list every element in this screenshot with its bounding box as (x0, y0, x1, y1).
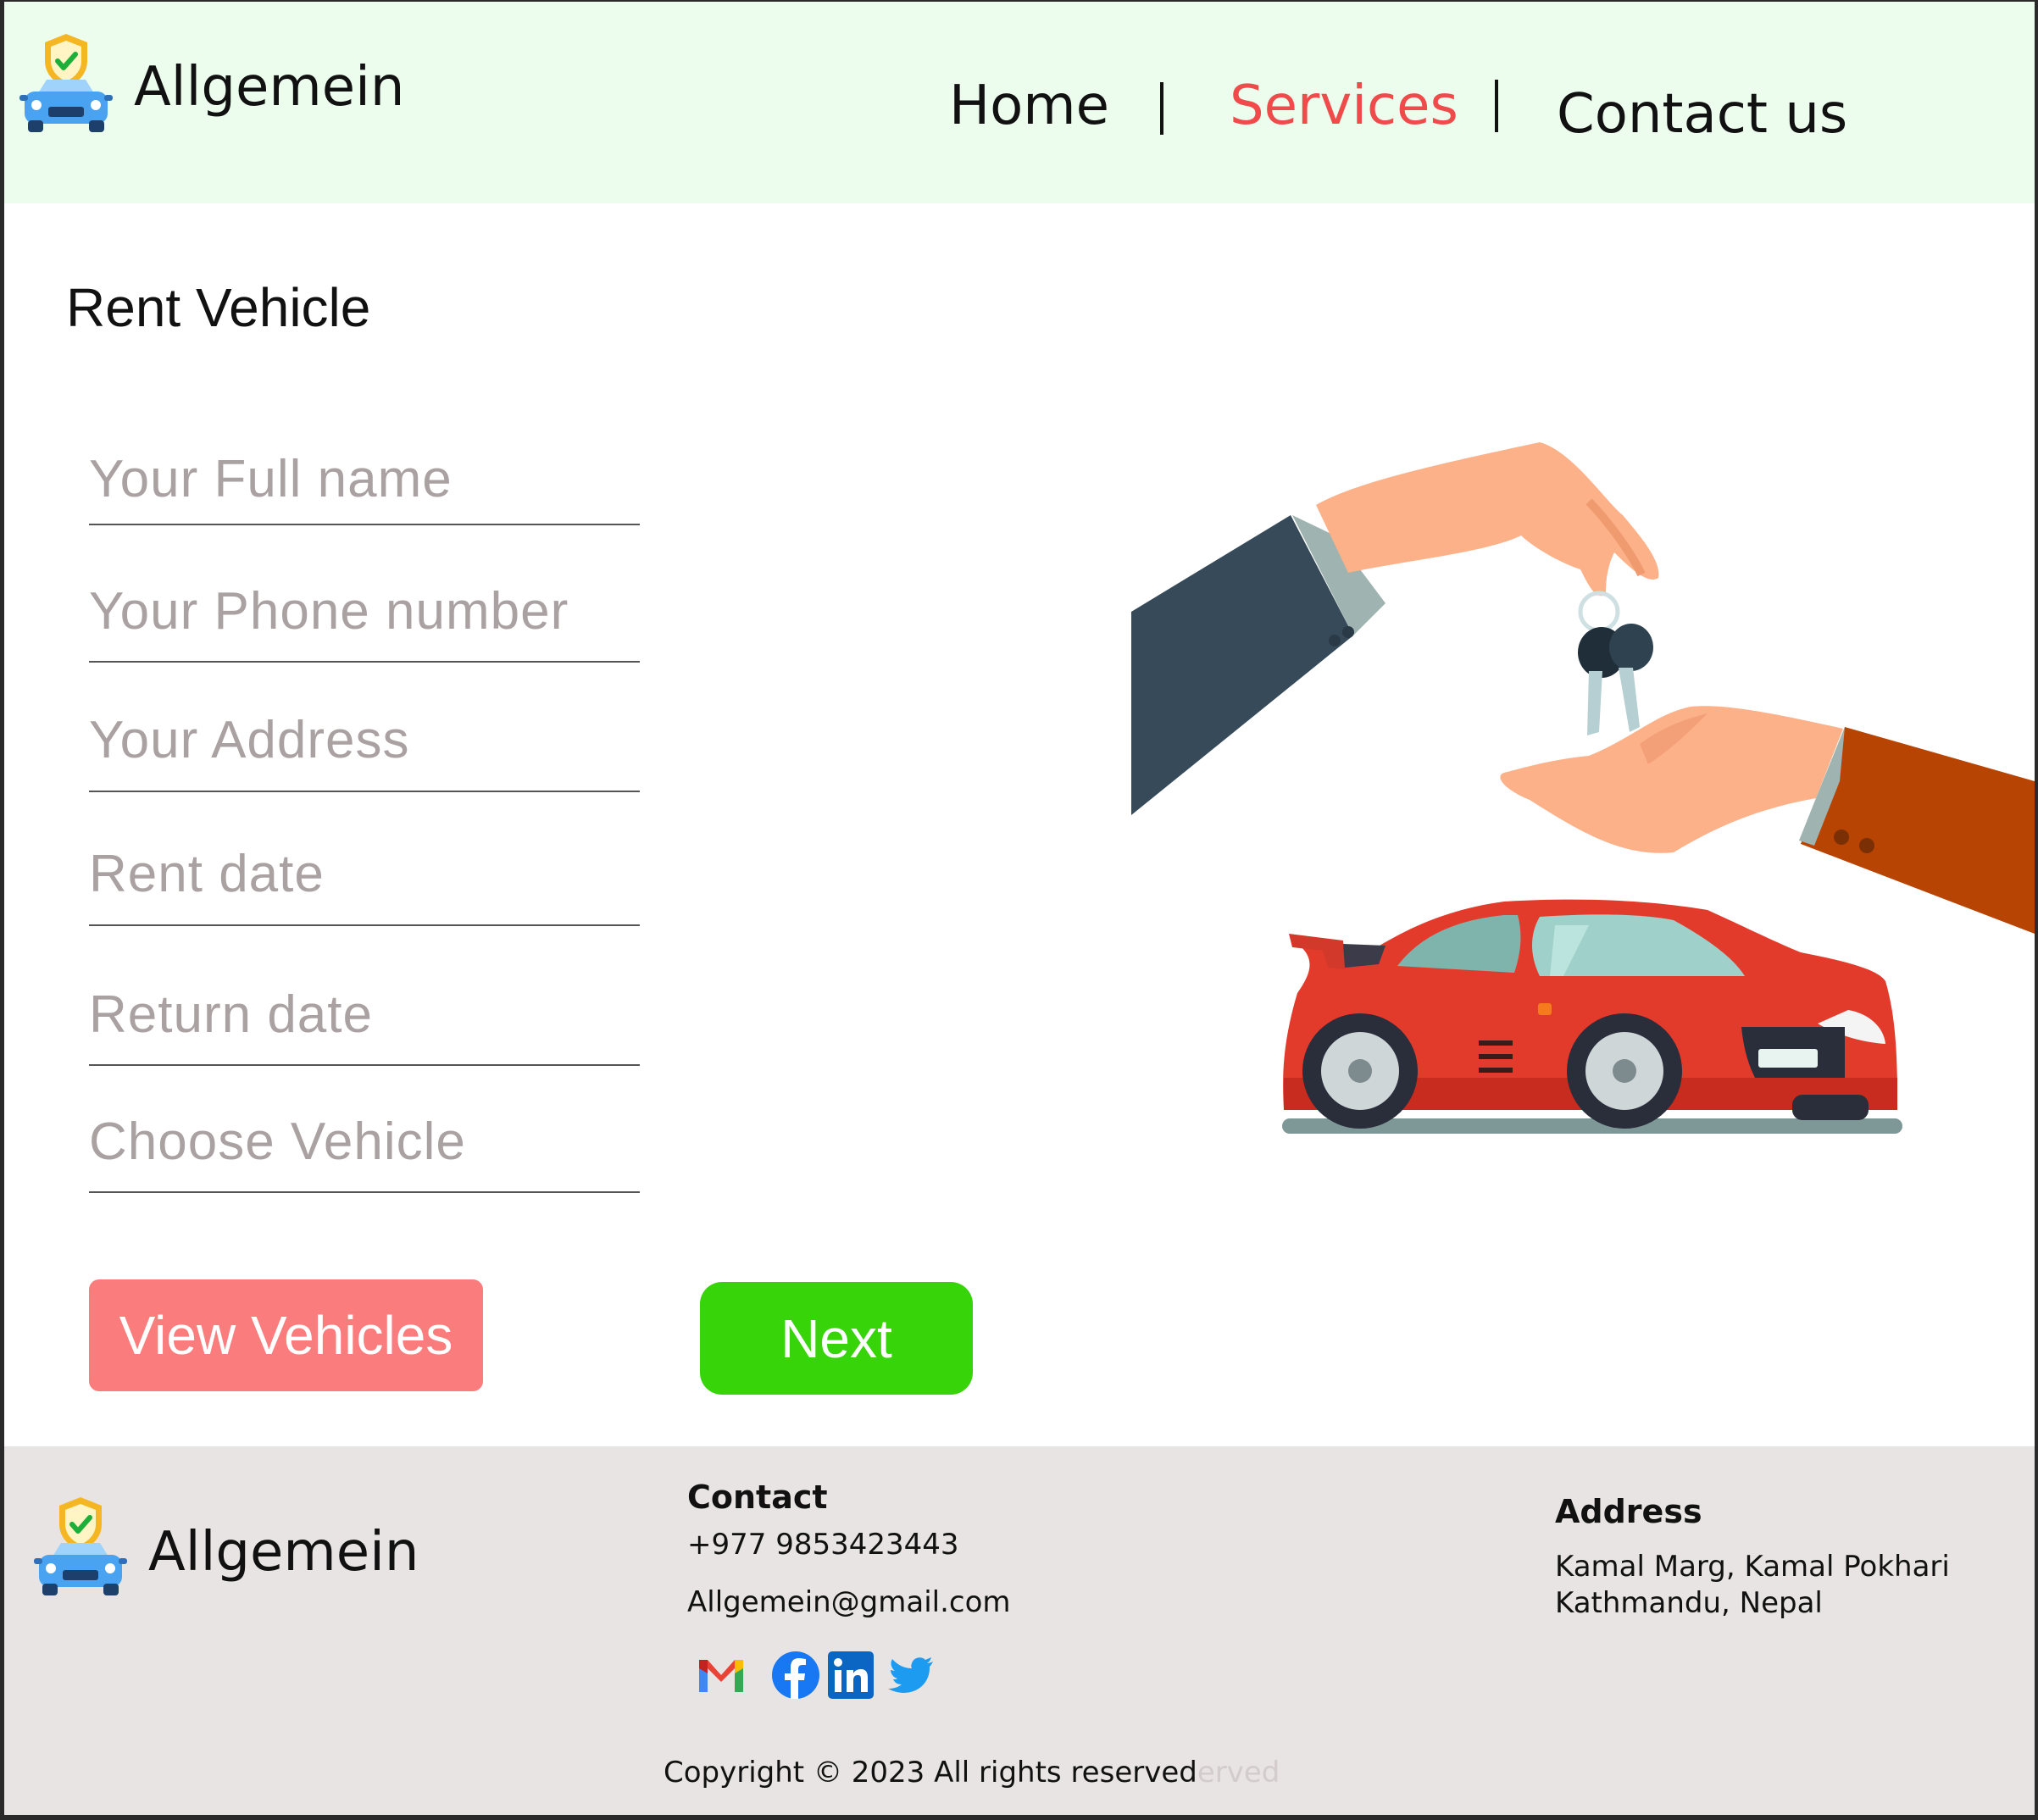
choose-vehicle-field (89, 1112, 640, 1193)
return-date-field (89, 985, 640, 1066)
car-key-handover-illustration (1131, 442, 2035, 1134)
full-name-field (89, 449, 640, 525)
car-shield-logo-icon[interactable] (19, 32, 113, 137)
header: Allgemein Home Services Contact us (4, 2, 2035, 203)
choose-vehicle-input[interactable] (89, 1112, 640, 1172)
footer-brand-name: Allgemein (148, 1521, 419, 1584)
view-vehicles-button[interactable]: View Vehicles (89, 1279, 483, 1391)
footer: Allgemein Contact +977 9853423443 Allgem… (4, 1446, 2035, 1815)
phone-input[interactable] (89, 581, 640, 641)
facebook-icon[interactable] (770, 1650, 821, 1701)
linkedin-icon[interactable] (828, 1651, 874, 1699)
twitter-icon[interactable] (886, 1650, 936, 1701)
return-date-input[interactable] (89, 985, 640, 1045)
address-heading: Address (1555, 1493, 1702, 1530)
nav-home-link[interactable]: Home (949, 75, 1109, 137)
rent-date-input[interactable] (89, 844, 640, 904)
copyright-text: Copyright © 2023 All rights reservederve… (664, 1756, 1280, 1789)
address-line-2: Kathmandu, Nepal (1555, 1586, 1823, 1620)
contact-email[interactable]: Allgemein@gmail.com (687, 1585, 1011, 1619)
nav-divider (1160, 82, 1163, 135)
brand-name[interactable]: Allgemein (134, 56, 404, 119)
next-button[interactable]: Next (700, 1282, 973, 1395)
car-shield-logo-icon[interactable] (34, 1495, 127, 1601)
gmail-icon[interactable] (696, 1650, 747, 1701)
nav-divider (1495, 80, 1498, 132)
page: Allgemein Home Services Contact us Rent … (4, 2, 2035, 1815)
nav-contact-link[interactable]: Contact us (1557, 83, 1847, 146)
full-name-input[interactable] (89, 449, 640, 509)
contact-phone: +977 9853423443 (687, 1528, 959, 1562)
rent-date-field (89, 844, 640, 926)
address-field (89, 710, 640, 792)
page-title: Rent Vehicle (66, 277, 371, 338)
nav-services-link[interactable]: Services (1230, 75, 1458, 137)
phone-field (89, 578, 640, 663)
copyright-main: Copyright © 2023 All rights reserved (664, 1756, 1197, 1789)
address-input[interactable] (89, 710, 640, 770)
copyright-ghost-text: erved (1197, 1756, 1280, 1789)
contact-heading: Contact (687, 1479, 828, 1516)
address-line-1: Kamal Marg, Kamal Pokhari (1555, 1550, 1950, 1584)
